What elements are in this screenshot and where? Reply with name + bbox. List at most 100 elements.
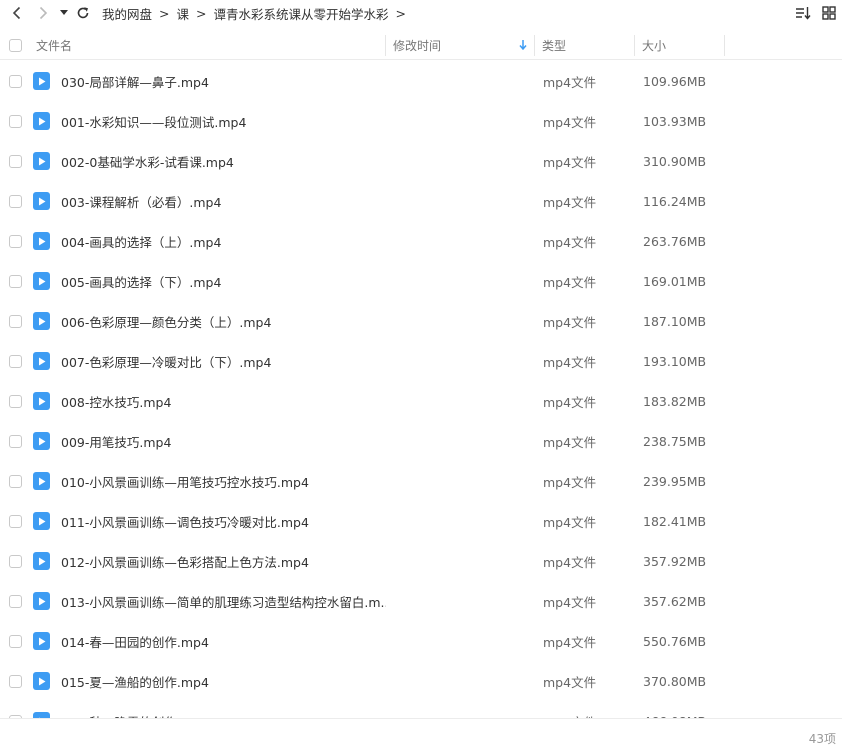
file-type: mp4文件 [543, 234, 597, 250]
file-size: 193.10MB [643, 353, 707, 369]
breadcrumb-separator-icon[interactable]: > [396, 6, 406, 21]
grid-view-button[interactable] [816, 2, 842, 24]
forward-button[interactable] [30, 2, 56, 24]
row-checkbox[interactable] [9, 314, 22, 328]
breadcrumb-item[interactable]: 我的网盘 [102, 4, 152, 23]
file-name[interactable]: 011-小风景画训练—调色技巧冷暖对比.mp4 [61, 512, 386, 531]
play-icon [38, 517, 45, 525]
file-name[interactable]: 008-控水技巧.mp4 [61, 392, 386, 411]
row-checkbox[interactable] [9, 114, 22, 128]
file-name[interactable]: 015-夏—渔船的创作.mp4 [61, 672, 386, 691]
row-checkbox[interactable] [9, 274, 22, 288]
row-checkbox[interactable] [9, 74, 22, 88]
column-divider[interactable] [724, 34, 725, 56]
video-file-icon [33, 512, 50, 530]
file-row[interactable]: 010-小风景画训练—用笔技巧控水技巧.mp4 mp4文件 239.95MB [0, 461, 842, 501]
column-type[interactable]: 类型 [535, 31, 635, 60]
column-size[interactable]: 大小 [635, 31, 725, 60]
row-checkbox[interactable] [9, 354, 22, 368]
file-name[interactable]: 013-小风景画训练—简单的肌理练习造型结构控水留白.m... [61, 592, 386, 611]
video-file-icon [33, 432, 50, 450]
file-row[interactable]: 003-课程解析（必看）.mp4 mp4文件 116.24MB [0, 181, 842, 221]
column-name[interactable]: 文件名 [31, 31, 386, 60]
row-checkbox[interactable] [9, 634, 22, 648]
file-type: mp4文件 [543, 554, 597, 570]
column-type-label: 类型 [542, 38, 567, 53]
history-dropdown-button[interactable] [56, 2, 72, 24]
play-icon [38, 477, 45, 485]
file-name[interactable]: 001-水彩知识——段位测试.mp4 [61, 112, 386, 131]
file-row[interactable]: 001-水彩知识——段位测试.mp4 mp4文件 103.93MB [0, 101, 842, 141]
file-size: 550.76MB [643, 633, 707, 649]
row-check-cell [0, 114, 31, 128]
row-checkbox[interactable] [9, 234, 22, 248]
file-name[interactable]: 005-画具的选择（下）.mp4 [61, 272, 386, 291]
file-row[interactable]: 009-用笔技巧.mp4 mp4文件 238.75MB [0, 421, 842, 461]
row-check-cell [0, 314, 31, 328]
row-checkbox[interactable] [9, 554, 22, 568]
file-name[interactable]: 030-局部详解—鼻子.mp4 [61, 72, 386, 91]
file-size: 263.76MB [643, 233, 707, 249]
file-row[interactable]: 030-局部详解—鼻子.mp4 mp4文件 109.96MB [0, 61, 842, 101]
file-type: mp4文件 [543, 74, 597, 90]
video-file-icon [33, 392, 50, 410]
file-name[interactable]: 010-小风景画训练—用笔技巧控水技巧.mp4 [61, 472, 386, 491]
file-row[interactable]: 007-色彩原理—冷暖对比（下）.mp4 mp4文件 193.10MB [0, 341, 842, 381]
file-row[interactable]: 012-小风景画训练—色彩搭配上色方法.mp4 mp4文件 357.92MB [0, 541, 842, 581]
row-checkbox[interactable] [9, 474, 22, 488]
file-name[interactable]: 004-画具的选择（上）.mp4 [61, 232, 386, 251]
file-row[interactable]: 008-控水技巧.mp4 mp4文件 183.82MB [0, 381, 842, 421]
file-row[interactable]: 006-色彩原理—颜色分类（上）.mp4 mp4文件 187.10MB [0, 301, 842, 341]
row-checkbox[interactable] [9, 514, 22, 528]
file-name[interactable]: 007-色彩原理—冷暖对比（下）.mp4 [61, 352, 386, 371]
breadcrumb-separator-icon: > [196, 5, 207, 21]
play-icon [38, 637, 45, 645]
select-all-checkbox[interactable] [9, 38, 22, 52]
row-checkbox[interactable] [9, 594, 22, 608]
play-icon [38, 677, 45, 685]
row-checkbox[interactable] [9, 674, 22, 688]
file-row[interactable]: 002-0基础学水彩-试看课.mp4 mp4文件 310.90MB [0, 141, 842, 181]
file-size: 116.24MB [643, 193, 707, 209]
view-controls [790, 2, 842, 24]
file-row[interactable]: 016-秋—晚霞的创作.mp4 mp4文件 466.08MB [0, 701, 842, 718]
status-bar: 43项 [0, 718, 842, 751]
file-row[interactable]: 013-小风景画训练—简单的肌理练习造型结构控水留白.m... mp4文件 35… [0, 581, 842, 621]
row-checkbox[interactable] [9, 394, 22, 408]
file-row[interactable]: 005-画具的选择（下）.mp4 mp4文件 169.01MB [0, 261, 842, 301]
row-check-cell [0, 394, 31, 408]
video-file-icon [33, 352, 50, 370]
breadcrumb-item[interactable]: 谭青水彩系统课从零开始学水彩 [214, 4, 389, 23]
file-name[interactable]: 009-用笔技巧.mp4 [61, 432, 386, 451]
file-icon-cell [31, 152, 61, 170]
file-name[interactable]: 006-色彩原理—颜色分类（上）.mp4 [61, 312, 386, 331]
sort-button[interactable] [790, 2, 816, 24]
file-size: 238.75MB [643, 433, 707, 449]
grid-icon [822, 6, 836, 20]
file-name[interactable]: 002-0基础学水彩-试看课.mp4 [61, 152, 386, 171]
file-type: mp4文件 [543, 314, 597, 330]
row-checkbox[interactable] [9, 434, 22, 448]
file-row[interactable]: 004-画具的选择（上）.mp4 mp4文件 263.76MB [0, 221, 842, 261]
file-name[interactable]: 003-课程解析（必看）.mp4 [61, 192, 386, 211]
video-file-icon [33, 272, 50, 290]
file-row[interactable]: 011-小风景画训练—调色技巧冷暖对比.mp4 mp4文件 182.41MB [0, 501, 842, 541]
back-button[interactable] [4, 2, 30, 24]
row-check-cell [0, 434, 31, 448]
file-name[interactable]: 014-春—田园的创作.mp4 [61, 632, 386, 651]
play-icon [38, 357, 45, 365]
file-row[interactable]: 015-夏—渔船的创作.mp4 mp4文件 370.80MB [0, 661, 842, 701]
row-checkbox[interactable] [9, 194, 22, 208]
file-row[interactable]: 014-春—田园的创作.mp4 mp4文件 550.76MB [0, 621, 842, 661]
refresh-icon [77, 7, 89, 19]
column-modified[interactable]: 修改时间 [386, 31, 535, 60]
breadcrumb-item[interactable]: 课 [177, 4, 190, 23]
file-type: mp4文件 [543, 634, 597, 650]
row-check-cell [0, 194, 31, 208]
row-checkbox[interactable] [9, 154, 22, 168]
file-name[interactable]: 012-小风景画训练—色彩搭配上色方法.mp4 [61, 552, 386, 571]
refresh-button[interactable] [72, 2, 94, 24]
file-icon-cell [31, 192, 61, 210]
row-check-cell [0, 274, 31, 288]
file-size: 109.96MB [643, 73, 707, 89]
